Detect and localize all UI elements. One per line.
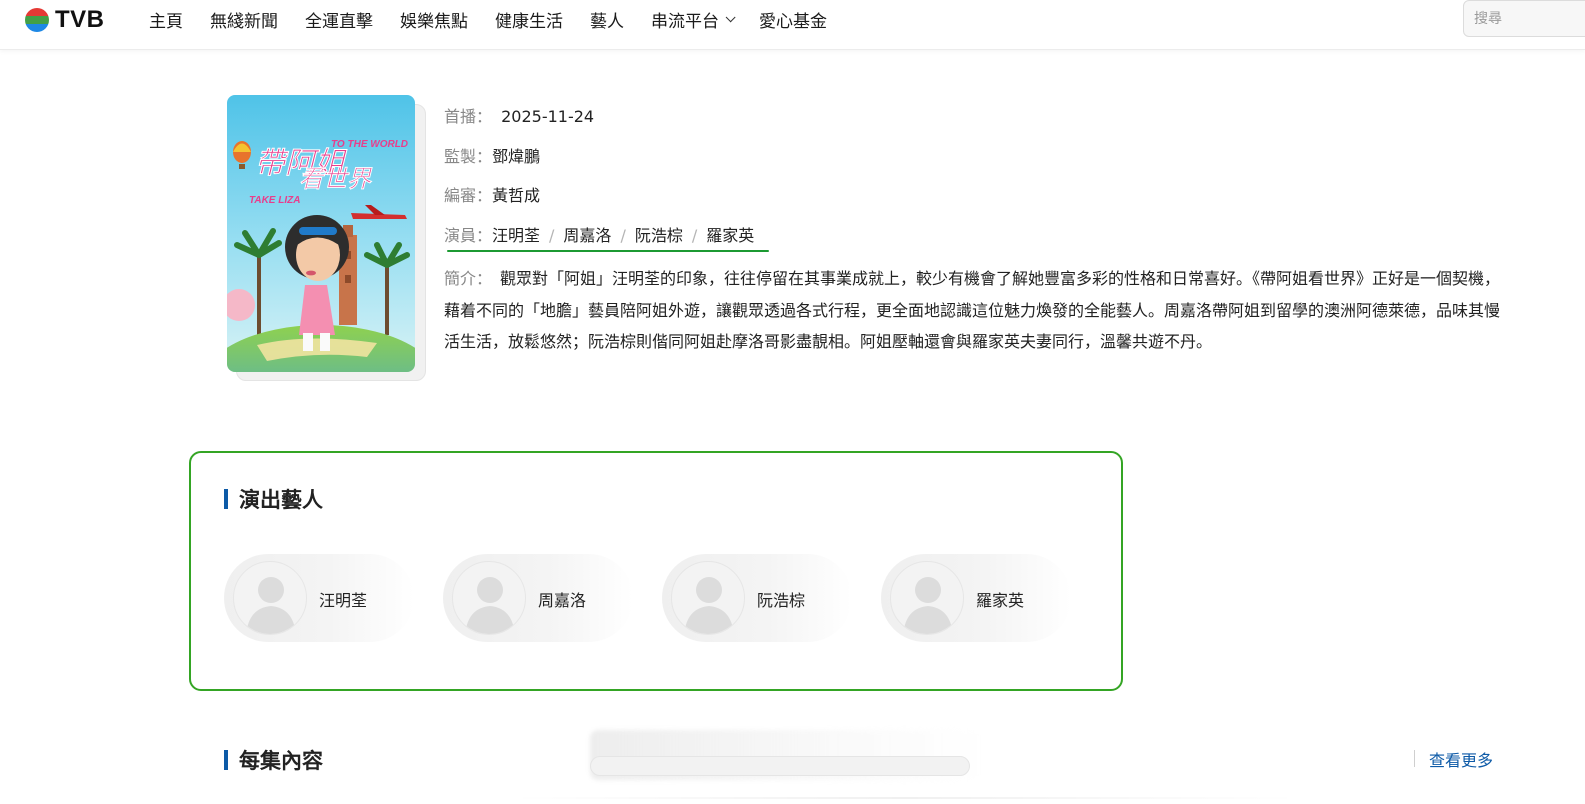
- program-poster: 帶阿姐 看世界 TO THE WORLD TAKE LIZA: [227, 95, 415, 372]
- nav-item-artistes[interactable]: 藝人: [590, 7, 624, 32]
- premiere-row: 首播： 2025-11-24: [444, 106, 594, 128]
- producer-label: 監製：: [444, 147, 493, 166]
- editor-label: 編審：: [444, 186, 493, 205]
- nav-item-entertainment[interactable]: 娛樂焦點: [400, 7, 468, 32]
- editor-row: 編審：黃哲成: [444, 185, 540, 207]
- divider: [510, 797, 1300, 799]
- producer-row: 監製：鄧煒鵬: [444, 146, 540, 168]
- svg-text:看世界: 看世界: [299, 165, 373, 193]
- nav-item-streaming-label: 串流平台: [651, 11, 719, 32]
- person-placeholder-icon: [452, 561, 526, 635]
- synopsis-text: 觀眾對「阿姐」汪明荃的印象，往往停留在其事業成就上，較少有機會了解她豐富多彩的性…: [444, 269, 1501, 351]
- top-navigation-bar: TVB 主頁 無綫新聞 全運直擊 娛樂焦點 健康生活 藝人 串流平台 愛心基金: [0, 0, 1585, 50]
- premiere-label: 首播：: [444, 107, 493, 126]
- person-placeholder-icon: [671, 561, 745, 635]
- view-more-link[interactable]: 查看更多: [1429, 747, 1493, 771]
- main-nav: 主頁 無綫新聞 全運直擊 娛樂焦點 健康生活 藝人 串流平台 愛心基金: [149, 0, 854, 38]
- editor-name: 黃哲成: [492, 186, 541, 205]
- more-divider: [1414, 750, 1415, 767]
- artist-card[interactable]: 周嘉洛: [443, 554, 633, 642]
- section-title-bar: [224, 489, 228, 509]
- cast-separator: /: [549, 226, 555, 245]
- person-placeholder-icon: [233, 561, 307, 635]
- artist-card[interactable]: 阮浩棕: [662, 554, 852, 642]
- cast-section-title-text: 演出藝人: [239, 488, 323, 512]
- cast-link-3[interactable]: 阮浩棕: [635, 226, 683, 245]
- tvb-logo-icon: [25, 8, 49, 32]
- cast-highlight-underline: [447, 250, 769, 252]
- cast-link-2[interactable]: 周嘉洛: [563, 226, 611, 245]
- cast-row: 演員：汪明荃 / 周嘉洛 / 阮浩棕 / 羅家英: [444, 225, 754, 247]
- tvb-logo[interactable]: TVB: [25, 6, 105, 34]
- chevron-down-icon: [725, 11, 736, 22]
- cast-separator: /: [691, 226, 698, 245]
- artist-name: 汪明荃: [319, 591, 368, 610]
- svg-text:TO THE WORLD: TO THE WORLD: [331, 139, 408, 150]
- nav-item-charity-fund[interactable]: 愛心基金: [759, 7, 827, 32]
- nav-item-health-living[interactable]: 健康生活: [495, 7, 563, 32]
- cast-label: 演員：: [444, 226, 493, 245]
- person-placeholder-icon: [890, 561, 964, 635]
- episodes-section-title: 每集內容: [224, 745, 323, 775]
- artist-name: 阮浩棕: [757, 591, 806, 610]
- synopsis: 簡介： 觀眾對「阿姐」汪明荃的印象，往往停留在其事業成就上，較少有機會了解她豐富多…: [444, 263, 1504, 358]
- synopsis-label: 簡介：: [444, 269, 493, 288]
- artist-name: 周嘉洛: [538, 591, 587, 610]
- nav-item-news[interactable]: 無綫新聞: [210, 7, 278, 32]
- section-title-bar: [224, 750, 228, 770]
- artist-card[interactable]: 羅家英: [881, 554, 1071, 642]
- svg-text:TAKE LIZA: TAKE LIZA: [249, 195, 300, 206]
- cast-separator: /: [620, 226, 626, 245]
- episodes-section-title-text: 每集內容: [239, 749, 323, 773]
- nav-item-national-games[interactable]: 全運直擊: [305, 7, 373, 32]
- search-input[interactable]: [1463, 0, 1585, 37]
- artist-card[interactable]: 汪明荃: [224, 554, 414, 642]
- program-poster-image: 帶阿姐 看世界 TO THE WORLD TAKE LIZA: [227, 95, 415, 372]
- logo-text: TVB: [55, 6, 105, 33]
- episode-tab-selector[interactable]: [590, 756, 970, 776]
- nav-item-streaming[interactable]: 串流平台: [651, 7, 736, 32]
- producer-name: 鄧煒鵬: [492, 147, 541, 166]
- premiere-date: 2025-11-24: [501, 107, 595, 126]
- artist-name: 羅家英: [976, 591, 1025, 610]
- nav-item-home[interactable]: 主頁: [149, 7, 183, 32]
- cast-link-1[interactable]: 汪明荃: [492, 226, 540, 245]
- cast-link-4[interactable]: 羅家英: [706, 226, 754, 245]
- cast-section-title: 演出藝人: [224, 484, 323, 514]
